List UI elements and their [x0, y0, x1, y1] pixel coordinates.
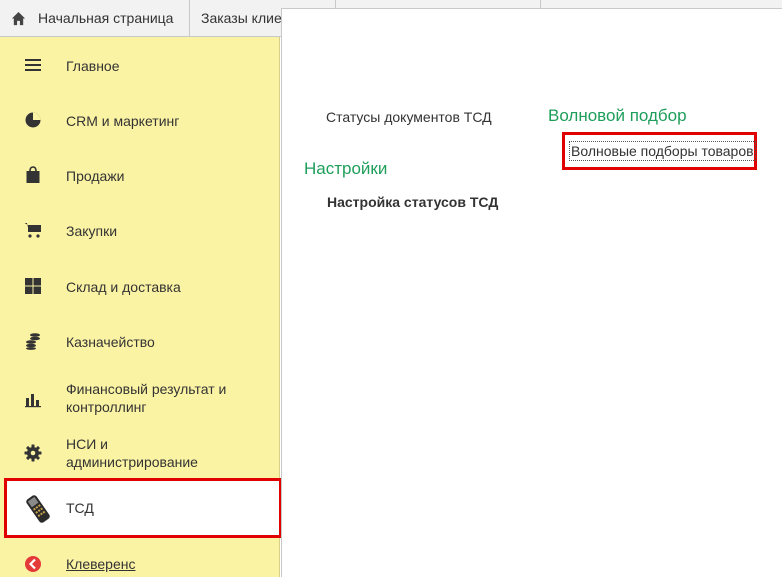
sidebar-item-financial-result[interactable]: Финансовый результат и контроллинг [0, 379, 280, 419]
pie-chart-icon [25, 112, 41, 128]
sidebar-item-label: Клеверенс [66, 556, 136, 572]
sidebar-item-label: CRM и маркетинг [66, 113, 180, 129]
sidebar-item-cleverence[interactable]: Клеверенс [0, 554, 280, 574]
home-icon [11, 11, 26, 26]
wave-picking-highlight: Волновые подборы товаров [562, 132, 757, 170]
gear-icon [24, 444, 42, 462]
sidebar-item-crm[interactable]: CRM и маркетинг [0, 111, 280, 131]
menu-icon [25, 59, 41, 71]
sidebar-item-label-line2: контроллинг [66, 399, 147, 415]
content-panel: Статусы документов ТСД Настройки Настрой… [281, 8, 782, 577]
bar-chart-icon [25, 394, 41, 408]
sidebar-item-label: Продажи [66, 168, 125, 184]
sidebar-item-label: Финансовый результат и [66, 381, 227, 397]
sidebar-item-treasury[interactable]: Казначейство [0, 332, 280, 352]
tsd-document-statuses-link[interactable]: Статусы документов ТСД [326, 109, 492, 125]
sidebar-item-label-line2: администрирование [66, 454, 198, 470]
sidebar-item-purchases[interactable]: Закупки [0, 221, 280, 241]
cart-icon [24, 223, 41, 238]
settings-heading: Настройки [304, 159, 388, 178]
sidebar-item-main[interactable]: Главное [0, 56, 280, 76]
sidebar-item-sales[interactable]: Продажи [0, 166, 280, 186]
sidebar-item-label: Закупки [66, 223, 118, 239]
sidebar-item-warehouse[interactable]: Склад и доставка [0, 277, 280, 297]
wave-picking-heading: Волновой подбор [548, 106, 687, 125]
sidebar-item-label: ТСД [66, 500, 94, 516]
tab-orders[interactable]: Заказы клие [190, 0, 282, 37]
tab-home[interactable]: Начальная страница [0, 0, 190, 37]
sidebar-item-label: Главное [66, 58, 120, 74]
sidebar-item-label: НСИ и [66, 436, 108, 452]
shopping-bag-icon [26, 166, 40, 183]
tab-home-label: Начальная страница [38, 10, 174, 26]
tab-separator [540, 0, 541, 8]
cleverence-icon [25, 556, 41, 572]
tsd-status-settings-link[interactable]: Настройка статусов ТСД [327, 194, 498, 210]
barcode-scanner-icon [26, 495, 50, 523]
wave-picking-link[interactable]: Волновые подборы товаров [569, 141, 756, 161]
tab-orders-label: Заказы клие [201, 10, 282, 26]
sidebar-item-nsi-admin[interactable]: НСИ и администрирование [0, 434, 280, 474]
sidebar-item-label: Склад и доставка [66, 279, 181, 295]
coins-icon [26, 333, 40, 350]
grid-icon [25, 278, 41, 294]
sidebar-item-tsd[interactable]: ТСД [4, 478, 282, 538]
sidebar-item-label: Казначейство [66, 334, 155, 350]
tab-separator [335, 0, 336, 8]
